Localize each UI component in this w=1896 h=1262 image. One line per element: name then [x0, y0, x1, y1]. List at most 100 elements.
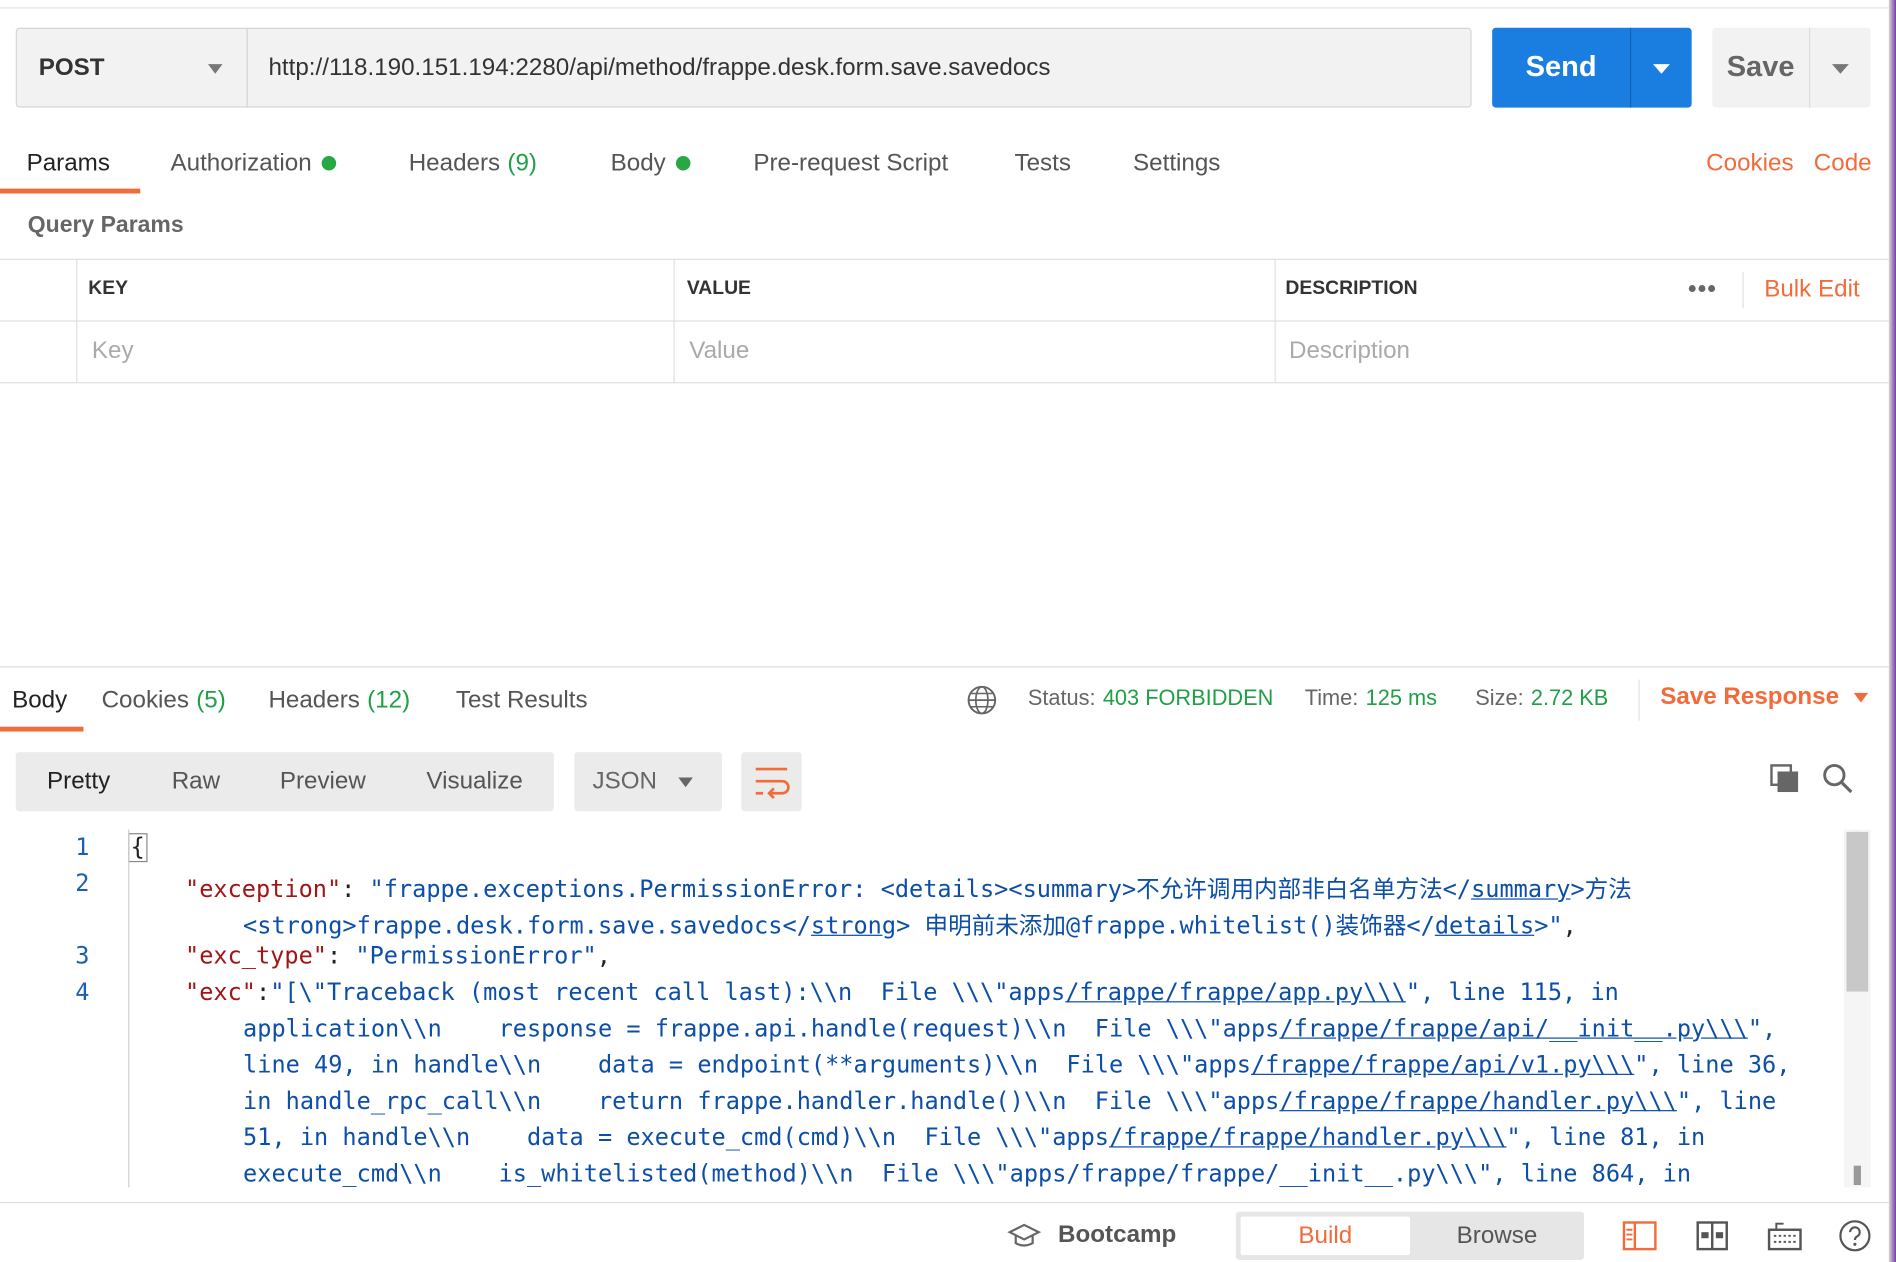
- tab-tests[interactable]: Tests: [1015, 145, 1071, 181]
- response-divider: [0, 666, 1889, 668]
- build-button[interactable]: Build: [1240, 1216, 1410, 1256]
- size-readout: Size: 2.72 KB: [1475, 686, 1608, 711]
- chevron-down-icon: [207, 64, 223, 74]
- tab-pre-request-script[interactable]: Pre-request Script: [753, 145, 948, 181]
- active-tab-indicator: [0, 188, 141, 194]
- code-line: "exception": "frappe.exceptions.Permissi…: [185, 875, 1632, 904]
- globe-icon[interactable]: [966, 684, 997, 715]
- time-readout: Time: 125 ms: [1305, 686, 1437, 711]
- code-line: {: [128, 833, 148, 863]
- help-icon[interactable]: [1838, 1219, 1872, 1253]
- key-input[interactable]: Key: [92, 337, 134, 365]
- code-line: application\\n response = frappe.api.han…: [243, 1014, 1777, 1043]
- tab-label: Params: [26, 149, 110, 176]
- size-label: Size:: [1475, 685, 1524, 710]
- time-label: Time:: [1304, 685, 1359, 710]
- column-divider: [1742, 272, 1744, 309]
- more-options-icon[interactable]: •••: [1688, 276, 1717, 304]
- save-response-button[interactable]: Save Response: [1660, 683, 1869, 711]
- tab-label: Body: [610, 149, 666, 176]
- tab-response-headers[interactable]: Headers (12): [268, 682, 410, 718]
- tab-settings[interactable]: Settings: [1133, 145, 1220, 181]
- method-label: POST: [38, 53, 105, 81]
- view-preview-button[interactable]: Preview: [250, 752, 395, 811]
- table-row-divider: [0, 320, 1889, 322]
- build-browse-toggle: Build Browse: [1235, 1211, 1585, 1260]
- code-line: <strong>frappe.desk.form.save.savedocs</…: [243, 911, 1577, 940]
- column-divider: [673, 258, 675, 384]
- tab-label: Cookies: [101, 686, 189, 713]
- code-line: in handle_rpc_call\\n return frappe.hand…: [243, 1087, 1777, 1115]
- chevron-down-icon: [1853, 692, 1869, 703]
- cookies-link[interactable]: Cookies: [1706, 145, 1793, 181]
- tab-label: Tests: [1014, 149, 1071, 176]
- format-label: JSON: [592, 767, 658, 795]
- top-divider: [0, 7, 1896, 9]
- tab-headers[interactable]: Headers (9): [409, 145, 537, 181]
- status-dot-icon: [321, 155, 336, 171]
- line-number: 1: [75, 833, 90, 861]
- status-dot-icon: [675, 155, 690, 171]
- tab-test-results[interactable]: Test Results: [456, 682, 588, 718]
- send-label: Send: [1525, 50, 1597, 84]
- active-tab-indicator: [0, 726, 84, 732]
- search-icon[interactable]: [1821, 762, 1855, 796]
- tab-count: (12): [367, 686, 411, 713]
- graduation-cap-icon: [1007, 1223, 1042, 1246]
- tab-response-body[interactable]: Body: [12, 682, 67, 718]
- column-header-description: DESCRIPTION: [1285, 278, 1418, 299]
- scrollbar-thumb[interactable]: [1846, 831, 1869, 992]
- time-value: 125 ms: [1365, 685, 1437, 710]
- tab-label: Body: [12, 686, 68, 713]
- code-line: "exc":"[\"Traceback (most recent call la…: [185, 978, 1619, 1007]
- value-input[interactable]: Value: [689, 337, 749, 365]
- send-options-chevron-icon[interactable]: [1652, 64, 1670, 74]
- keyboard-shortcuts-icon[interactable]: [1767, 1219, 1803, 1253]
- tab-label: Settings: [1133, 149, 1221, 176]
- tab-label: Pre-request Script: [753, 149, 949, 176]
- wrap-lines-icon: [755, 767, 790, 800]
- tab-label: Authorization: [170, 149, 312, 176]
- view-pretty-button[interactable]: Pretty: [16, 752, 142, 811]
- status-readout: Status: 403 FORBIDDEN: [1028, 686, 1274, 711]
- column-header-value: VALUE: [686, 278, 751, 299]
- send-button[interactable]: Send: [1492, 27, 1692, 108]
- line-number: 4: [75, 978, 90, 1007]
- response-body-code[interactable]: 1 { 2 "exception": "frappe.exceptions.Pe…: [0, 830, 1844, 1188]
- tab-response-cookies[interactable]: Cookies (5): [102, 682, 226, 718]
- divider: [1638, 679, 1640, 721]
- bootcamp-button[interactable]: Bootcamp: [1007, 1221, 1176, 1249]
- tab-params[interactable]: Params: [27, 145, 110, 181]
- sidebar-layout-icon[interactable]: [1622, 1219, 1658, 1253]
- code-line: "exc_type": "PermissionError",: [185, 941, 611, 970]
- tab-body[interactable]: Body: [611, 145, 690, 181]
- tab-label: Test Results: [455, 686, 588, 713]
- query-params-title: Query Params: [27, 212, 184, 239]
- bulk-edit-link[interactable]: Bulk Edit: [1764, 276, 1859, 304]
- code-scrollbar[interactable]: [1844, 829, 1871, 1188]
- format-select[interactable]: JSON: [574, 752, 722, 812]
- two-pane-view-icon[interactable]: [1695, 1219, 1729, 1253]
- save-response-label: Save Response: [1660, 683, 1840, 710]
- browse-button[interactable]: Browse: [1415, 1216, 1579, 1255]
- wrap-lines-button[interactable]: [741, 752, 802, 812]
- tab-label: Headers: [268, 686, 360, 713]
- chevron-down-icon: [678, 777, 693, 788]
- view-raw-button[interactable]: Raw: [141, 752, 250, 811]
- copy-icon[interactable]: [1768, 762, 1802, 796]
- code-line: execute_cmd\\n is_whitelisted(method)\\n…: [243, 1159, 1692, 1188]
- url-input[interactable]: http://118.190.151.194:2280/api/method/f…: [246, 27, 1472, 108]
- tab-count: (9): [507, 149, 537, 176]
- tab-label: Headers: [408, 149, 501, 176]
- save-options-chevron-icon[interactable]: [1831, 64, 1849, 74]
- status-label: Status:: [1027, 685, 1096, 710]
- tab-authorization[interactable]: Authorization: [170, 145, 336, 181]
- method-select[interactable]: POST: [15, 27, 248, 108]
- scroll-down-icon[interactable]: [1853, 1165, 1861, 1186]
- view-mode-group: Pretty Raw Preview Visualize: [15, 752, 554, 812]
- view-visualize-button[interactable]: Visualize: [395, 752, 553, 811]
- save-button[interactable]: Save: [1712, 27, 1871, 108]
- description-input[interactable]: Description: [1289, 337, 1410, 365]
- save-divider: [1808, 27, 1811, 108]
- code-link[interactable]: Code: [1814, 145, 1872, 181]
